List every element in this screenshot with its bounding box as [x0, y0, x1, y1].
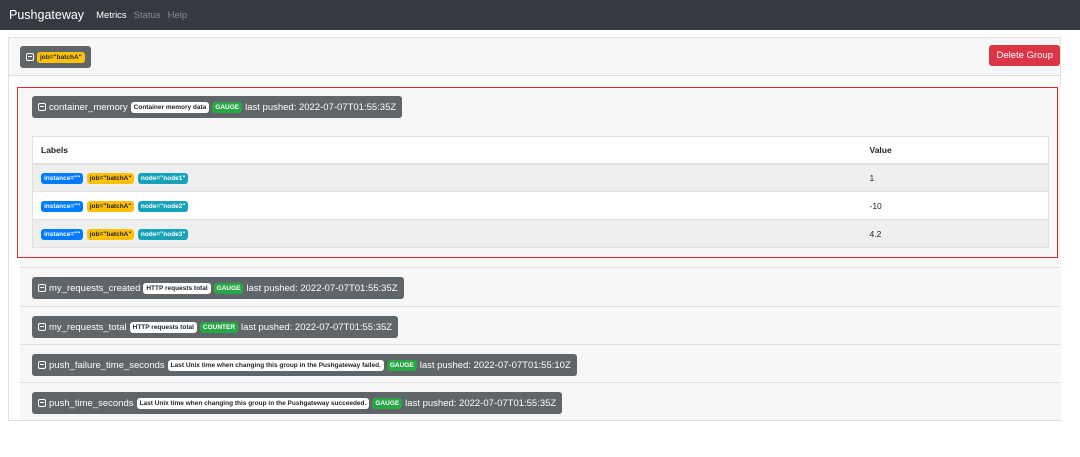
- job-label: job="batchA": [86, 172, 135, 184]
- collapse-icon: [38, 323, 46, 331]
- collapse-icon: [38, 361, 46, 369]
- instance-label: instance="": [41, 228, 84, 240]
- metric-my-requests-created: my_requests_created HTTP requests total …: [20, 268, 1061, 307]
- collapse-icon: [38, 399, 46, 407]
- metric-push-time-seconds: push_time_seconds Last Unix time when ch…: [20, 383, 1061, 420]
- job-label: job="batchA": [86, 200, 135, 212]
- help-badge: Container memory data: [130, 101, 210, 113]
- metric-name: my_requests_created: [49, 282, 141, 294]
- value-cell: 4.2: [861, 219, 1049, 248]
- metric-toggle-button[interactable]: container_memory Container memory data G…: [32, 96, 403, 118]
- labels-header: Labels: [32, 136, 862, 165]
- type-badge: GAUGE: [372, 397, 403, 409]
- metric-toggle-button[interactable]: my_requests_total HTTP requests total CO…: [32, 316, 399, 338]
- table-row: instance="" job="batchA" node="node3" 4.…: [32, 219, 1049, 248]
- job-label: job="batchA": [86, 228, 135, 240]
- metric-push-failure-time-seconds: push_failure_time_seconds Last Unix time…: [20, 345, 1061, 383]
- group-toggle-button[interactable]: job="batchA": [20, 46, 91, 68]
- last-pushed: last pushed: 2022-07-07T01:55:35Z: [241, 321, 393, 333]
- last-pushed: last pushed: 2022-07-07T01:55:35Z: [405, 397, 557, 409]
- instance-label: instance="": [41, 200, 84, 212]
- group-header: job="batchA" Delete Group: [9, 38, 1060, 76]
- nav-help[interactable]: Help: [168, 10, 188, 21]
- group-card: job="batchA" Delete Group container_memo…: [8, 37, 1061, 421]
- metric-toggle-button[interactable]: my_requests_created HTTP requests total …: [32, 277, 404, 299]
- collapse-icon: [26, 53, 34, 61]
- node-label: node="node2": [137, 200, 189, 212]
- group-label-badge: job="batchA": [37, 51, 85, 63]
- help-badge: Last Unix time when changing this group …: [167, 359, 384, 371]
- brand[interactable]: Pushgateway: [9, 8, 84, 22]
- metric-toggle-button[interactable]: push_failure_time_seconds Last Unix time…: [32, 354, 577, 376]
- help-badge: HTTP requests total: [129, 321, 197, 333]
- node-label: node="node1": [137, 172, 189, 184]
- help-badge: Last Unix time when changing this group …: [136, 397, 370, 409]
- nav-status[interactable]: Status: [134, 10, 161, 21]
- type-badge: GAUGE: [212, 101, 243, 113]
- metric-my-requests-total: my_requests_total HTTP requests total CO…: [20, 307, 1061, 345]
- table-row: instance="" job="batchA" node="node2" -1…: [32, 191, 1049, 220]
- metric-name: push_time_seconds: [49, 397, 134, 409]
- type-badge: GAUGE: [386, 359, 417, 371]
- collapse-icon: [38, 284, 46, 292]
- metric-name: push_failure_time_seconds: [49, 359, 165, 371]
- metric-name: my_requests_total: [49, 321, 127, 333]
- instance-label: instance="": [41, 172, 84, 184]
- value-cell: -10: [861, 191, 1049, 220]
- help-badge: HTTP requests total: [143, 282, 211, 294]
- value-header: Value: [861, 136, 1049, 165]
- metric-name: container_memory: [49, 101, 128, 113]
- node-label: node="node3": [137, 228, 189, 240]
- metric-toggle-button[interactable]: push_time_seconds Last Unix time when ch…: [32, 392, 563, 414]
- navbar: Pushgateway Metrics Status Help: [0, 0, 1080, 30]
- metric-table: Labels Value instance="" job="batchA" no…: [32, 136, 1049, 248]
- type-badge: COUNTER: [199, 321, 239, 333]
- table-row: instance="" job="batchA" node="node1" 1: [32, 163, 1049, 192]
- metric-container-memory: container_memory Container memory data G…: [20, 87, 1061, 268]
- value-cell: 1: [861, 163, 1049, 192]
- delete-group-button[interactable]: Delete Group: [989, 45, 1060, 66]
- type-badge: GAUGE: [213, 282, 244, 294]
- nav-metrics[interactable]: Metrics: [96, 10, 127, 21]
- last-pushed: last pushed: 2022-07-07T01:55:10Z: [419, 359, 571, 371]
- last-pushed: last pushed: 2022-07-07T01:55:35Z: [245, 101, 397, 113]
- last-pushed: last pushed: 2022-07-07T01:55:35Z: [246, 282, 398, 294]
- collapse-icon: [38, 103, 46, 111]
